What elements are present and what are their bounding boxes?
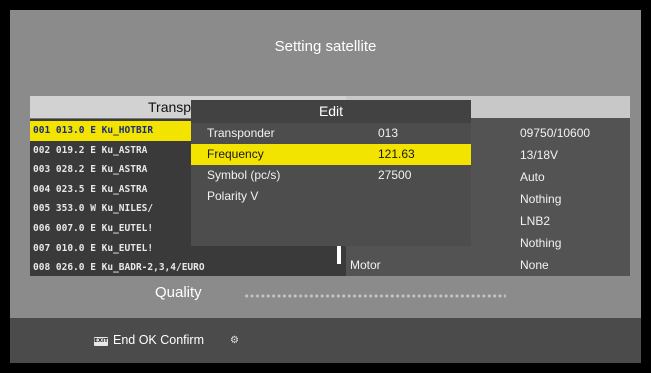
diseqc-value[interactable]: LNB2 [520,214,550,228]
motor-label: Motor [350,258,381,272]
edit-row-value: 121.63 [378,147,415,161]
edit-row-value: 27500 [378,168,412,182]
transponder-row[interactable]: 008 026.0 E Ku_BADR-2,3,4/EURO [30,258,360,278]
quality-meter [244,293,506,299]
quality-label: Quality [155,284,202,301]
motor-value[interactable]: None [520,258,549,272]
page-title: Setting satellite [274,38,377,55]
edit-row-label: Transponder [207,126,275,140]
exit-key-icon: EXIT [94,337,108,346]
footer-bar: EXIT End OK Confirm ⚙ [10,318,641,363]
gear-icon: ⚙ [230,335,239,346]
edit-row-polarity[interactable]: Polarity V [191,186,471,207]
edit-row-label: Symbol (pc/s) [207,168,281,182]
22khz-value[interactable]: Auto [520,170,545,184]
toneburst-value[interactable]: Nothing [520,192,561,206]
diseqc11-value[interactable]: Nothing [520,236,561,250]
edit-row-label: Polarity V [207,189,259,203]
footer-hint: End OK Confirm [113,333,205,347]
lnb-power-value[interactable]: 13/18V [520,148,558,162]
edit-row-transponder[interactable]: Transponder 013 [191,123,471,144]
edit-dialog: Edit Transponder 013 Frequency 121.63 Sy… [191,100,471,246]
screen: Setting satellite Transp 001 013.0 E Ku_… [10,10,641,363]
edit-row-symbol-rate[interactable]: Symbol (pc/s) 27500 [191,165,471,186]
edit-row-frequency[interactable]: Frequency 121.63 [191,144,471,165]
lnb-frequency-value[interactable]: 09750/10600 [520,126,590,140]
edit-row-value: 013 [378,126,399,140]
transponder-row[interactable]: 001 013.0 E Ku_HOTBIR [30,121,193,141]
list-scrollbar[interactable] [337,246,341,264]
transponder-list-header-label: Transp [148,99,192,115]
edit-dialog-title: Edit [191,100,471,123]
edit-row-label: Frequency [207,147,264,161]
